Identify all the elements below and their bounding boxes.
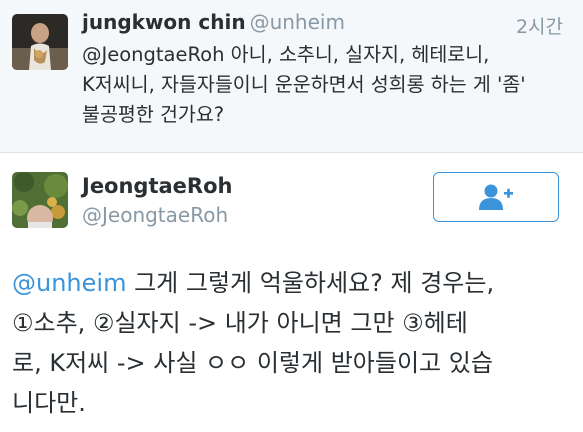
- author-name[interactable]: JeongtaeRoh: [82, 174, 232, 198]
- main-tweet: JeongtaeRoh @JeongtaeRoh @unheim 그게 그렇게 …: [0, 153, 583, 432]
- author-name[interactable]: jungkwon chin: [82, 10, 246, 34]
- mention-link[interactable]: @unheim: [12, 269, 126, 297]
- add-user-icon: [479, 184, 513, 210]
- avatar[interactable]: [12, 14, 68, 70]
- author-handle[interactable]: @JeongtaeRoh: [82, 203, 228, 227]
- author-handle[interactable]: @unheim: [250, 10, 345, 34]
- follow-button[interactable]: [433, 172, 559, 222]
- timestamp[interactable]: 2시간: [516, 12, 563, 39]
- tweet-text: @unheim 그게 그렇게 억울하세요? 제 경우는, ①소추, ②실자지 -…: [12, 263, 572, 423]
- avatar[interactable]: [12, 172, 68, 228]
- reply-tweet[interactable]: jungkwon chin @unheim 2시간 @JeongtaeRoh 아니…: [0, 0, 583, 153]
- mention-link[interactable]: @JeongtaeRoh: [82, 43, 224, 66]
- tweet-text: @JeongtaeRoh 아니, 소추니, 실자지, 헤테로니, K저씨니, 자…: [82, 40, 562, 130]
